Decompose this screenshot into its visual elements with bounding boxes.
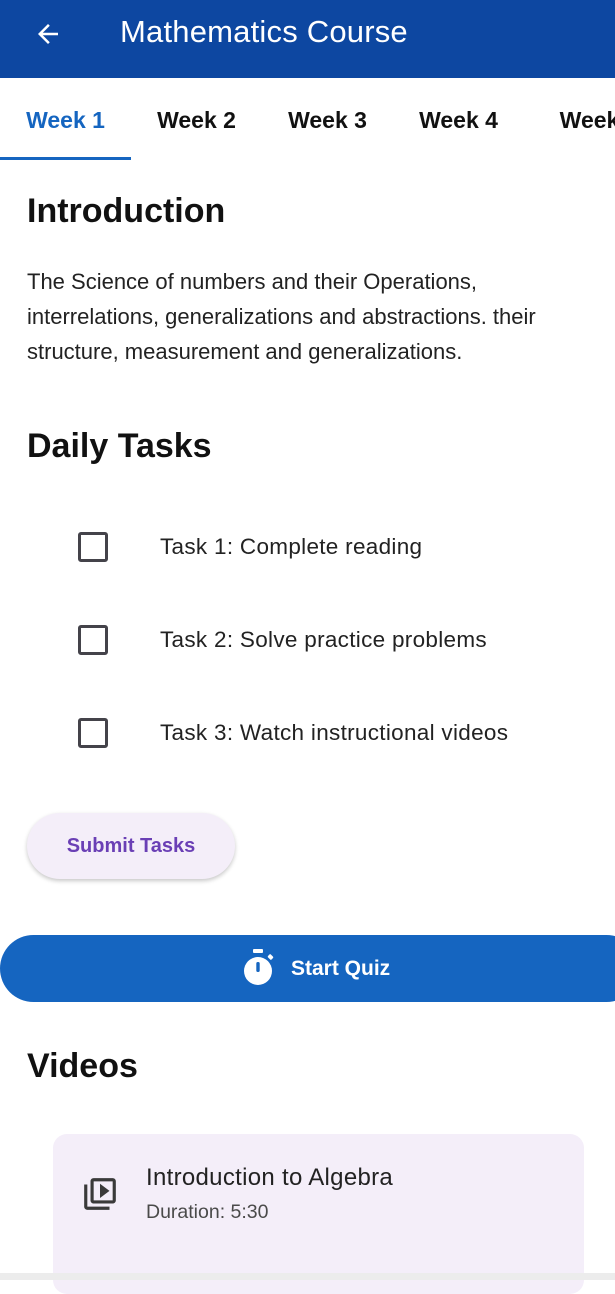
video-library-icon: [84, 1178, 116, 1210]
task-row[interactable]: Task 1: Complete reading: [0, 517, 615, 577]
tab-week-5[interactable]: Week: [524, 78, 615, 162]
bottom-edge: [0, 1273, 615, 1280]
task-1-checkbox[interactable]: [78, 532, 108, 562]
app-bar: Mathematics Course: [0, 0, 615, 78]
tab-week-3[interactable]: Week 3: [262, 78, 393, 162]
task-3-checkbox[interactable]: [78, 718, 108, 748]
task-label: Task 3: Watch instructional videos: [160, 720, 509, 745]
back-button[interactable]: [26, 12, 70, 56]
page-title: Mathematics Course: [120, 14, 408, 49]
timer-icon: [244, 949, 274, 985]
task-row[interactable]: Task 2: Solve practice problems: [0, 610, 615, 670]
task-2-checkbox[interactable]: [78, 625, 108, 655]
tab-week-1[interactable]: Week 1: [0, 78, 131, 162]
task-label: Task 1: Complete reading: [160, 534, 423, 559]
task-label: Task 2: Solve practice problems: [160, 627, 487, 652]
start-quiz-button[interactable]: Start Quiz: [0, 935, 615, 1002]
introduction-heading: Introduction: [27, 192, 226, 230]
tab-week-2[interactable]: Week 2: [131, 78, 262, 162]
arrow-back-icon: [38, 24, 58, 44]
introduction-text: The Science of numbers and their Operati…: [27, 269, 536, 364]
tab-week-4[interactable]: Week 4: [393, 78, 524, 162]
task-row[interactable]: Task 3: Watch instructional videos: [0, 703, 615, 763]
start-quiz-label: Start Quiz: [291, 957, 391, 980]
week-tabs: Week 1 Week 2 Week 3 Week 4 Week: [0, 78, 615, 162]
video-card[interactable]: Introduction to Algebra Duration: 5:30: [53, 1134, 584, 1294]
daily-tasks-heading: Daily Tasks: [27, 427, 212, 465]
video-duration: Duration: 5:30: [146, 1201, 269, 1223]
videos-heading: Videos: [27, 1047, 138, 1085]
tab-indicator: [0, 157, 131, 160]
submit-tasks-button[interactable]: Submit Tasks: [27, 813, 235, 879]
video-title: Introduction to Algebra: [146, 1164, 394, 1191]
